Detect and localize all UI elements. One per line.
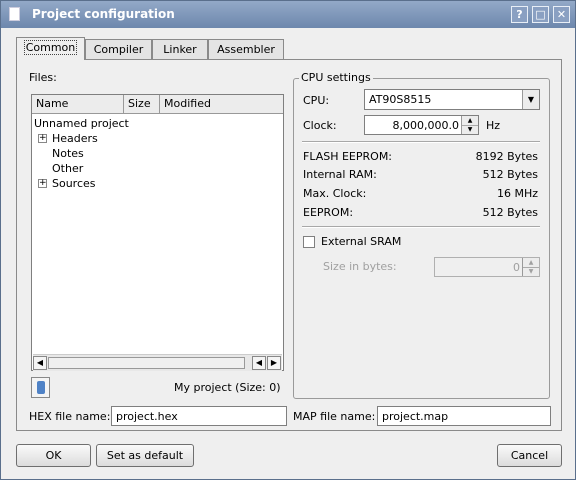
- column-modified[interactable]: Modified: [160, 95, 283, 113]
- external-sram-label[interactable]: External SRAM: [321, 235, 401, 248]
- tree-item-other[interactable]: Other: [52, 162, 83, 175]
- spin-down-icon[interactable]: ▼: [462, 125, 478, 134]
- expand-sources-icon[interactable]: +: [38, 179, 47, 188]
- cpu-value: AT90S8515: [369, 93, 432, 106]
- clock-spin-buttons[interactable]: ▲ ▼: [461, 116, 478, 134]
- ram-value: 512 Bytes: [482, 168, 538, 181]
- close-button[interactable]: ✕: [553, 6, 570, 23]
- max-clock-value: 16 MHz: [496, 187, 538, 200]
- hex-file-label: HEX file name:: [29, 410, 111, 423]
- eeprom-label: EEPROM:: [303, 206, 354, 219]
- tree-item-notes[interactable]: Notes: [52, 147, 84, 160]
- clock-value: 8,000,000.0: [392, 119, 459, 132]
- scroll-left-icon[interactable]: ◀: [33, 356, 47, 370]
- files-list[interactable]: Name Size Modified Unnamed project + Hea…: [31, 94, 284, 371]
- window-icon: [9, 7, 20, 21]
- project-configuration-dialog: Project configuration ? □ ✕ Common Compi…: [0, 0, 576, 480]
- sram-spin-down-icon[interactable]: ▼: [523, 267, 539, 276]
- map-file-input[interactable]: project.map: [377, 406, 551, 426]
- maximize-button[interactable]: □: [532, 6, 549, 23]
- sram-size-spinbox[interactable]: 0 ▲ ▼: [434, 257, 540, 277]
- tab-common[interactable]: Common: [16, 37, 85, 60]
- tab-common-label: Common: [23, 40, 78, 55]
- separator-2: [302, 226, 540, 228]
- clock-label: Clock:: [303, 119, 337, 132]
- sram-spin-buttons[interactable]: ▲ ▼: [522, 258, 539, 276]
- clock-spinbox[interactable]: 8,000,000.0 ▲ ▼: [364, 115, 479, 135]
- files-list-header: Name Size Modified: [32, 95, 283, 114]
- scroll-left-icon-2[interactable]: ◀: [252, 356, 266, 370]
- external-sram-checkbox[interactable]: [303, 236, 315, 248]
- ok-button[interactable]: OK: [16, 444, 91, 467]
- cancel-button[interactable]: Cancel: [497, 444, 562, 467]
- tree-root[interactable]: Unnamed project: [34, 117, 129, 130]
- hex-file-input[interactable]: project.hex: [111, 406, 287, 426]
- eeprom-value: 512 Bytes: [482, 206, 538, 219]
- window-title: Project configuration: [32, 7, 175, 21]
- scroll-right-icon[interactable]: ▶: [267, 356, 281, 370]
- scrollbar-thumb[interactable]: [48, 357, 245, 369]
- horizontal-scrollbar[interactable]: ◀ ◀ ▶: [33, 354, 282, 371]
- tab-linker[interactable]: Linker: [152, 39, 208, 59]
- expand-headers-icon[interactable]: +: [38, 134, 47, 143]
- files-label: Files:: [29, 71, 57, 84]
- title-bar: Project configuration ? □ ✕: [1, 1, 575, 28]
- max-clock-label: Max. Clock:: [303, 187, 367, 200]
- cpu-label: CPU:: [303, 94, 330, 107]
- project-summary: My project (Size: 0): [174, 381, 281, 394]
- sram-size-label: Size in bytes:: [323, 260, 397, 273]
- sram-size-value: 0: [513, 261, 520, 274]
- column-size[interactable]: Size: [124, 95, 160, 113]
- map-file-label: MAP file name:: [293, 410, 376, 423]
- separator-1: [302, 141, 540, 143]
- flash-label: FLASH EEPROM:: [303, 150, 393, 163]
- ram-label: Internal RAM:: [303, 168, 377, 181]
- help-button[interactable]: ?: [511, 6, 528, 23]
- tree-item-headers[interactable]: Headers: [52, 132, 98, 145]
- clock-unit: Hz: [486, 119, 501, 132]
- cpu-settings-title: CPU settings: [299, 71, 373, 84]
- tab-compiler[interactable]: Compiler: [85, 39, 152, 59]
- flash-value: 8192 Bytes: [475, 150, 538, 163]
- tree-item-sources[interactable]: Sources: [52, 177, 96, 190]
- chevron-down-icon[interactable]: ▼: [522, 90, 539, 109]
- set-as-default-button[interactable]: Set as default: [96, 444, 194, 467]
- project-icon[interactable]: [31, 377, 50, 398]
- cpu-select[interactable]: AT90S8515 ▼: [364, 89, 540, 110]
- column-name[interactable]: Name: [32, 95, 124, 113]
- tab-assembler[interactable]: Assembler: [208, 39, 284, 59]
